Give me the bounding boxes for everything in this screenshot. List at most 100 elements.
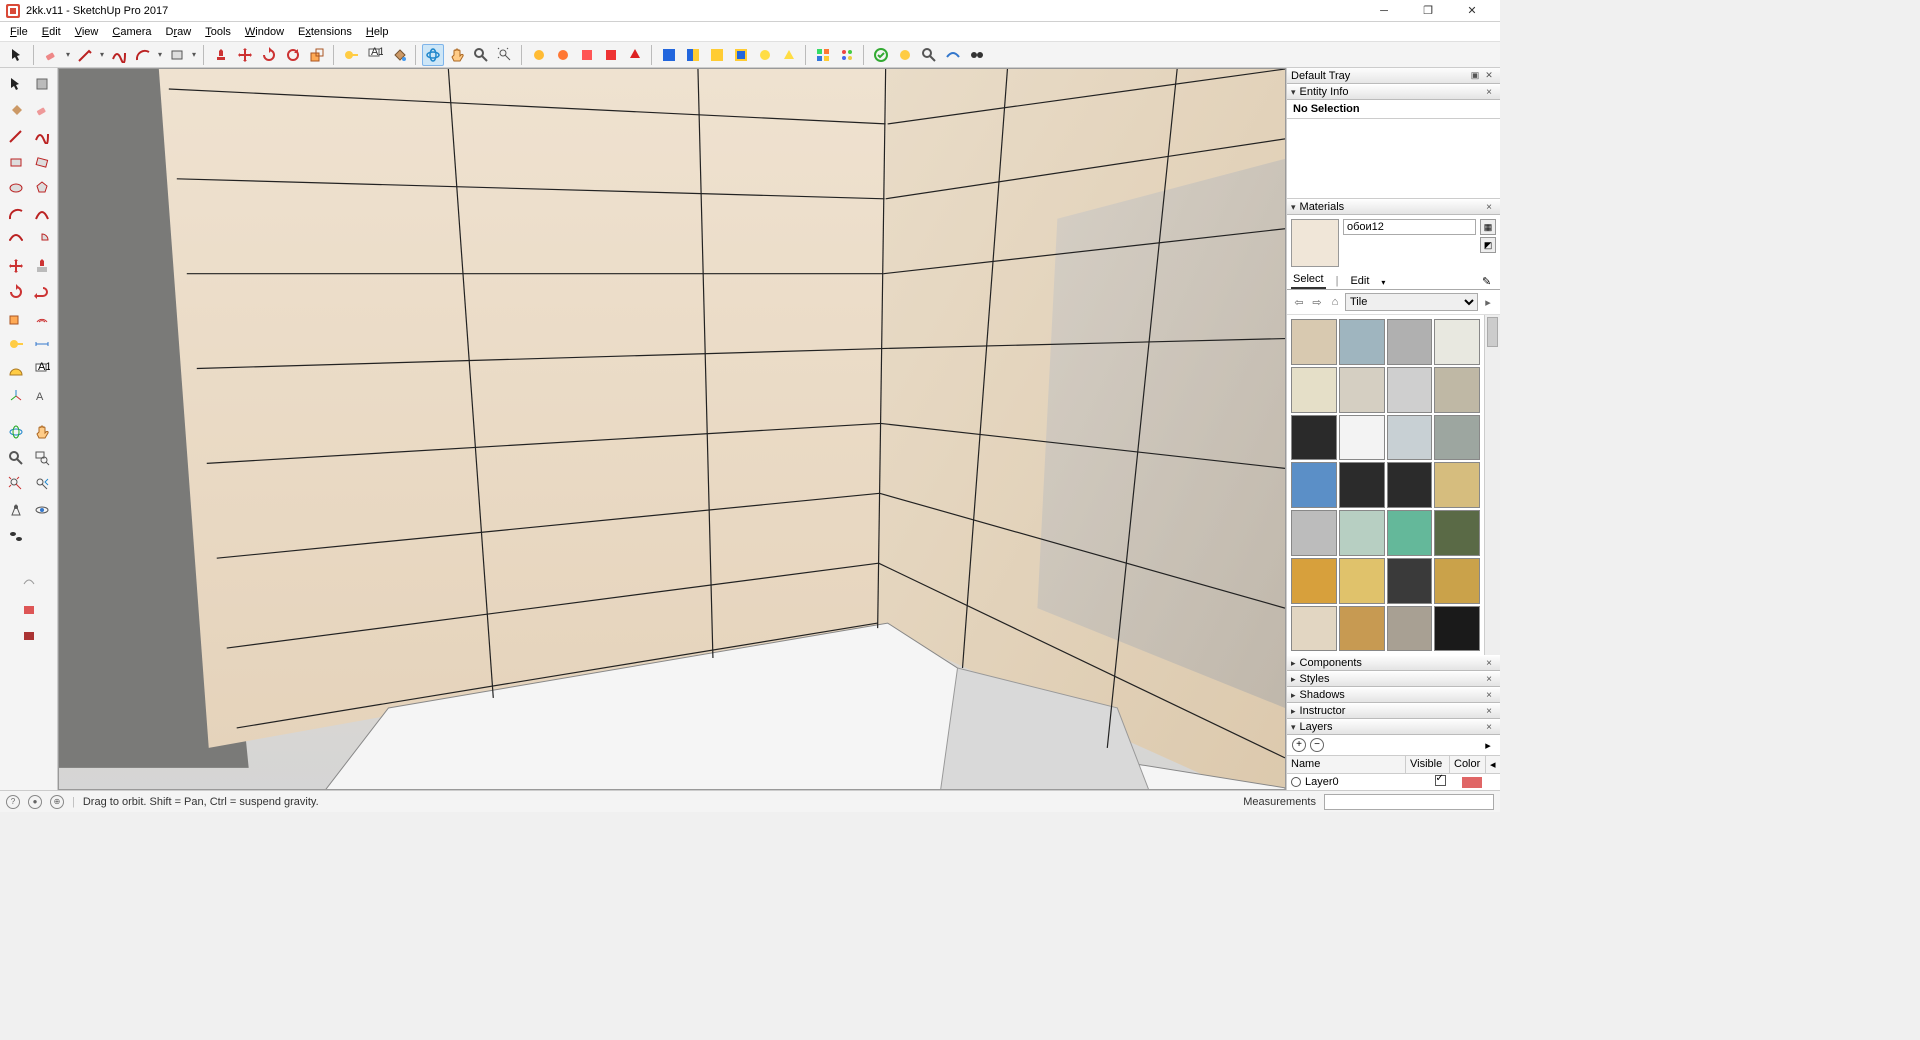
layer-visible-checkbox[interactable]: [1418, 775, 1462, 789]
arc-tool[interactable]: [132, 44, 154, 66]
lt-move[interactable]: [4, 254, 28, 278]
material-swatch[interactable]: [1339, 510, 1385, 556]
material-swatch[interactable]: [1339, 606, 1385, 652]
lt-previous[interactable]: [30, 472, 54, 496]
lt-pan[interactable]: [30, 420, 54, 444]
ext-3[interactable]: [918, 44, 940, 66]
material-swatch[interactable]: [1387, 558, 1433, 604]
panel-close-icon[interactable]: ×: [1482, 722, 1496, 733]
pushpull-tool[interactable]: [210, 44, 232, 66]
lt-scale[interactable]: [4, 306, 28, 330]
ext-5[interactable]: [966, 44, 988, 66]
material-swatch[interactable]: [1434, 558, 1480, 604]
menu-view[interactable]: View: [69, 24, 105, 40]
lt-ext-a[interactable]: [17, 572, 41, 596]
close-button[interactable]: ✕: [1450, 0, 1494, 22]
pan-tool[interactable]: [446, 44, 468, 66]
lt-zoomwin[interactable]: [30, 446, 54, 470]
menu-edit[interactable]: Edit: [36, 24, 67, 40]
lt-pie[interactable]: [30, 228, 54, 252]
material-swatch[interactable]: [1291, 510, 1337, 556]
material-category-select[interactable]: Tile: [1345, 293, 1478, 311]
status-geo-icon[interactable]: ⊕: [50, 795, 64, 809]
panel-close-icon[interactable]: ×: [1482, 674, 1496, 685]
panel-layers-head[interactable]: ▾Layers×: [1287, 719, 1500, 735]
lt-section[interactable]: [30, 524, 54, 548]
panel-shadows-head[interactable]: ▸Shadows×: [1287, 687, 1500, 703]
style-1[interactable]: [658, 44, 680, 66]
panel-components-head[interactable]: ▸Components×: [1287, 655, 1500, 671]
vray-tool-2[interactable]: [552, 44, 574, 66]
material-swatch[interactable]: [1387, 367, 1433, 413]
status-user-icon[interactable]: ●: [28, 795, 42, 809]
palette-1[interactable]: [812, 44, 834, 66]
create-material-icon[interactable]: ▦: [1480, 219, 1496, 235]
material-swatch[interactable]: [1291, 462, 1337, 508]
material-swatch[interactable]: [1434, 606, 1480, 652]
lt-text[interactable]: A1: [30, 358, 54, 382]
lt-3parc[interactable]: [4, 228, 28, 252]
material-swatch[interactable]: [1434, 319, 1480, 365]
material-swatch[interactable]: [1339, 415, 1385, 461]
lt-paint[interactable]: [4, 98, 28, 122]
vray-tool-1[interactable]: [528, 44, 550, 66]
eyedropper-icon[interactable]: ✎: [1480, 273, 1496, 289]
lt-freehand[interactable]: [30, 124, 54, 148]
material-swatch[interactable]: [1387, 462, 1433, 508]
palette-2[interactable]: [836, 44, 858, 66]
lt-zoomext[interactable]: [4, 472, 28, 496]
panel-instructor-head[interactable]: ▸Instructor×: [1287, 703, 1500, 719]
material-swatch[interactable]: [1291, 319, 1337, 365]
material-swatch[interactable]: [1387, 319, 1433, 365]
lt-eraser[interactable]: [30, 98, 54, 122]
lt-ext-c[interactable]: [17, 624, 41, 648]
menu-draw[interactable]: Draw: [160, 24, 198, 40]
material-swatch[interactable]: [1387, 415, 1433, 461]
paintbucket-tool[interactable]: [388, 44, 410, 66]
material-swatch[interactable]: [1387, 606, 1433, 652]
freehand-tool[interactable]: [108, 44, 130, 66]
lt-makecomp[interactable]: [30, 72, 54, 96]
tray-pin-icon[interactable]: ▣: [1468, 69, 1482, 83]
default-material-icon[interactable]: ◩: [1480, 237, 1496, 253]
material-swatch[interactable]: [1387, 510, 1433, 556]
lt-rect[interactable]: [4, 150, 28, 174]
text-tool[interactable]: A1: [364, 44, 386, 66]
line-tool[interactable]: [74, 44, 96, 66]
zoom-tool[interactable]: [470, 44, 492, 66]
layer-active-radio[interactable]: [1291, 777, 1301, 787]
followme-tool[interactable]: [282, 44, 304, 66]
lt-circle[interactable]: [4, 176, 28, 200]
lt-tape[interactable]: [4, 332, 28, 356]
menu-tools[interactable]: Tools: [199, 24, 237, 40]
mat-menu-icon[interactable]: ▸: [1480, 294, 1496, 310]
lt-select[interactable]: [4, 72, 28, 96]
scale-tool[interactable]: [306, 44, 328, 66]
rotate-tool[interactable]: [258, 44, 280, 66]
status-help-icon[interactable]: ?: [6, 795, 20, 809]
panel-styles-head[interactable]: ▸Styles×: [1287, 671, 1500, 687]
lt-rotrect[interactable]: [30, 150, 54, 174]
lt-ext-b[interactable]: [17, 598, 41, 622]
style-3[interactable]: [706, 44, 728, 66]
maximize-button[interactable]: ❐: [1406, 0, 1450, 22]
lt-polygon[interactable]: [30, 176, 54, 200]
panel-close-icon[interactable]: ×: [1482, 658, 1496, 669]
style-2[interactable]: [682, 44, 704, 66]
orbit-tool[interactable]: [422, 44, 444, 66]
select-tool[interactable]: [6, 44, 28, 66]
lt-camera[interactable]: [4, 498, 28, 522]
tray-close-icon[interactable]: ✕: [1482, 69, 1496, 83]
lt-zoom[interactable]: [4, 446, 28, 470]
style-4[interactable]: [730, 44, 752, 66]
layer-row[interactable]: Layer0: [1287, 774, 1500, 790]
lt-look[interactable]: [30, 498, 54, 522]
tape-tool[interactable]: [340, 44, 362, 66]
lt-2parc[interactable]: [30, 202, 54, 226]
materials-tab-select[interactable]: Select: [1291, 271, 1326, 289]
material-swatch[interactable]: [1434, 462, 1480, 508]
lt-offset[interactable]: [30, 306, 54, 330]
material-swatch[interactable]: [1339, 319, 1385, 365]
lt-rotate[interactable]: [4, 280, 28, 304]
lt-line[interactable]: [4, 124, 28, 148]
